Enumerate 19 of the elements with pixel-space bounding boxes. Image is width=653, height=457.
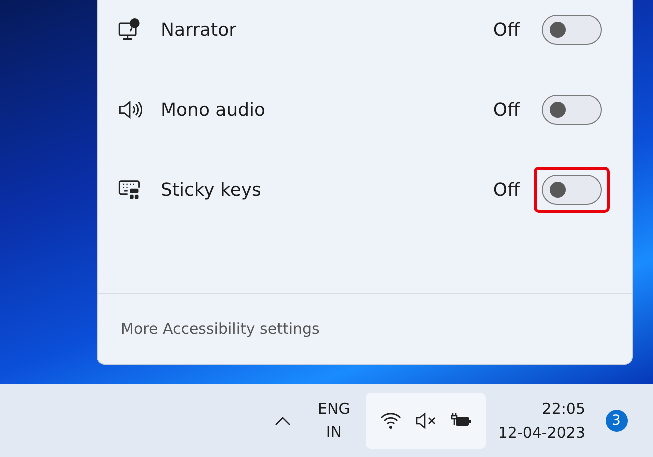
setting-label: Sticky keys [161,180,262,200]
notification-badge[interactable]: 3 [606,410,628,432]
state-text: Off [493,20,520,40]
narrator-icon [118,18,142,42]
chevron-up-icon[interactable] [275,416,291,426]
clock[interactable]: 22:05 12-04-2023 [498,396,586,444]
state-text: Off [493,180,520,200]
system-tray-button[interactable] [366,392,486,448]
keyboard-icon [118,178,142,202]
toggle-switch[interactable] [542,15,602,45]
toggle-switch[interactable] [542,95,602,125]
setting-label: Mono audio [161,100,267,120]
wifi-icon [380,412,402,430]
muted-speaker-icon [415,412,438,430]
setting-label: Narrator [161,20,238,40]
state-text: Off [493,100,520,120]
more-settings-link[interactable]: More Accessibility settings [121,320,320,338]
toggle-switch[interactable] [542,175,602,205]
language-indicator[interactable]: ENG IN [318,398,350,444]
